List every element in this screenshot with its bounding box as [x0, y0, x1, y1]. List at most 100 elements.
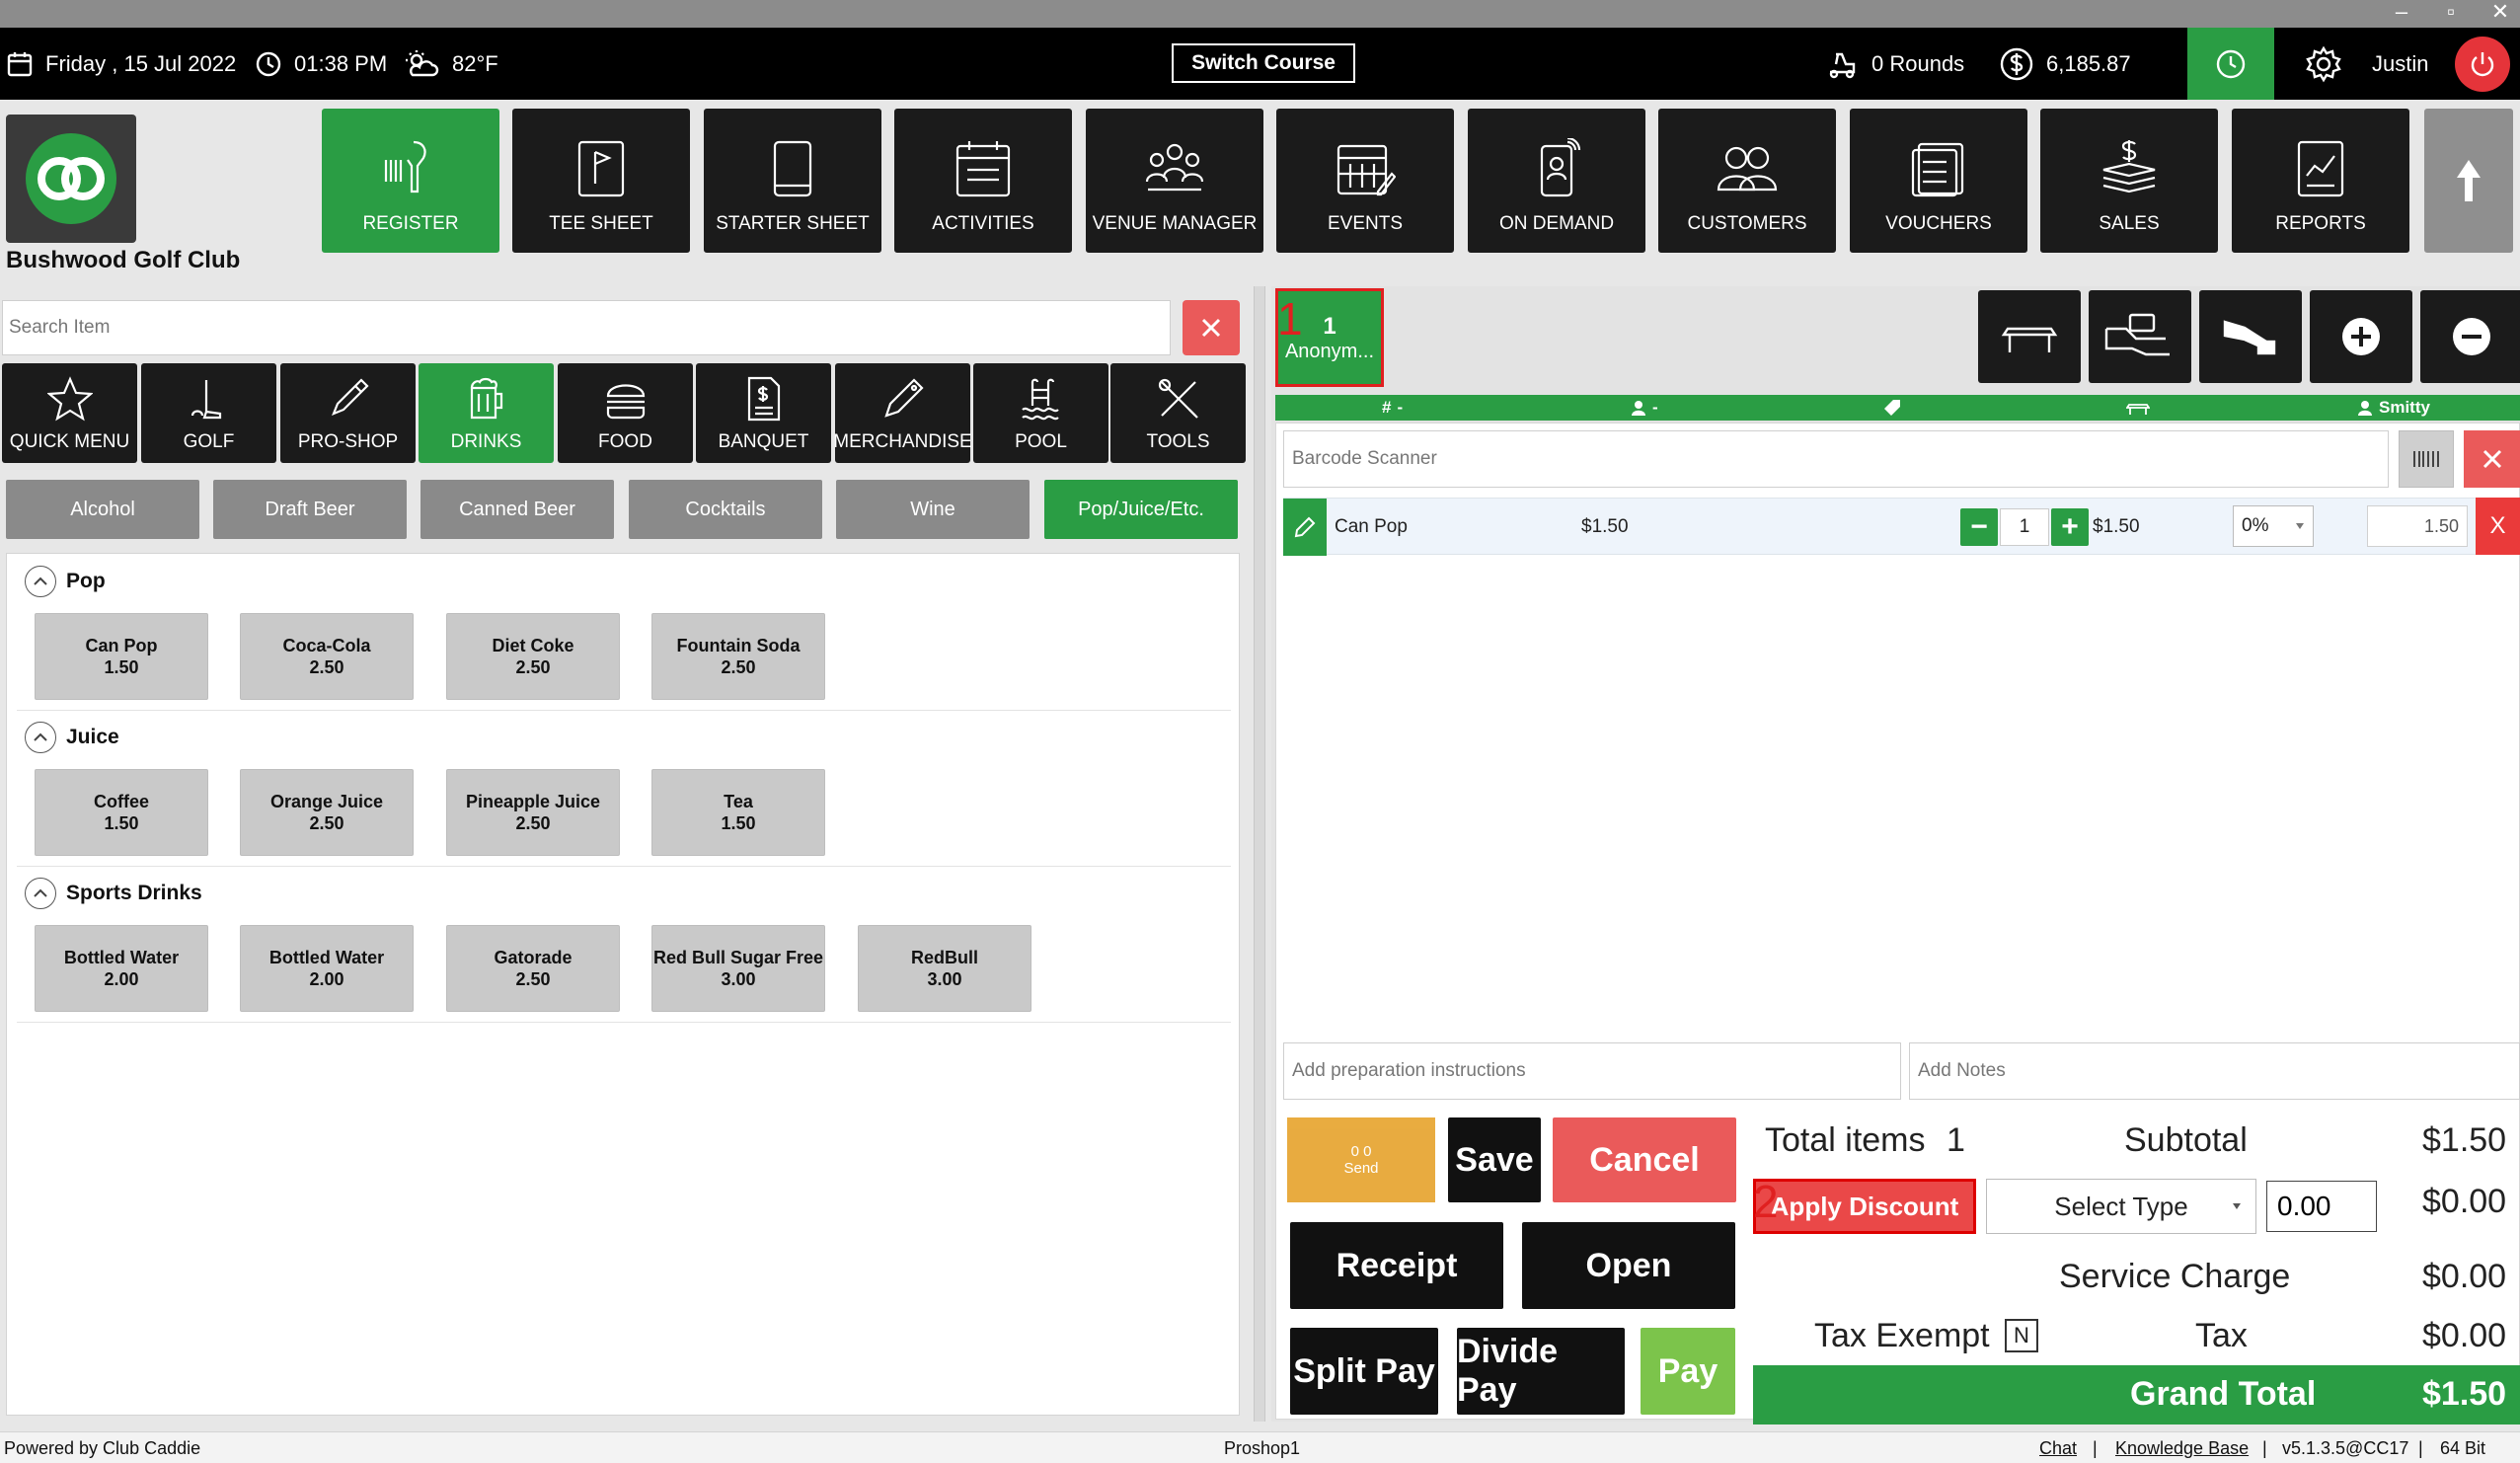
item-name: Red Bull Sugar Free — [652, 948, 824, 967]
nav-vouchers[interactable]: VOUCHERS — [1850, 109, 2027, 253]
remove-line-button[interactable]: X — [2476, 498, 2520, 555]
tax-exempt-toggle[interactable]: N — [2005, 1319, 2038, 1352]
hand-card-button[interactable] — [2089, 290, 2191, 383]
order-line-item[interactable]: Can Pop $1.50 − 1 + $1.50 — [1283, 498, 2520, 556]
split-pay-button[interactable]: Split Pay — [1290, 1328, 1438, 1415]
nav-sales[interactable]: SALES — [2040, 109, 2218, 253]
preparation-instructions-input[interactable] — [1283, 1042, 1901, 1100]
subtab-pop-juice[interactable]: Pop/Juice/Etc. — [1044, 480, 1238, 539]
item-can-pop[interactable]: Can Pop 1.50 — [35, 613, 208, 700]
item-coffee[interactable]: Coffee 1.50 — [35, 769, 208, 856]
add-customer-button[interactable] — [2310, 290, 2412, 383]
apply-discount-button[interactable]: Apply Discount — [1753, 1179, 1976, 1234]
category-food[interactable]: FOOD — [558, 363, 693, 463]
time-clock-button[interactable] — [2187, 28, 2274, 100]
item-price: 1.50 — [104, 813, 139, 833]
nav-activities[interactable]: ACTIVITIES — [894, 109, 1072, 253]
item-red-bull-sugar-free[interactable]: Red Bull Sugar Free 3.00 — [651, 925, 825, 1012]
window-minimize-button[interactable]: – — [2379, 0, 2424, 28]
guest-count: - — [1631, 395, 1658, 421]
item-tea[interactable]: Tea 1.50 — [651, 769, 825, 856]
nav-reports-label: REPORTS — [2275, 213, 2366, 234]
item-bottled-water[interactable]: Bottled Water 2.00 — [35, 925, 208, 1012]
nav-on-demand[interactable]: ON DEMAND — [1468, 109, 1645, 253]
category-pool[interactable]: POOL — [973, 363, 1108, 463]
discount-type-select[interactable]: Select Type — [1986, 1179, 2256, 1234]
nav-events[interactable]: EVENTS — [1276, 109, 1454, 253]
window-maximize-button[interactable]: ▫ — [2428, 0, 2474, 28]
scroll-up-button[interactable] — [2424, 109, 2513, 253]
item-diet-coke[interactable]: Diet Coke 2.50 — [446, 613, 620, 700]
category-merchandise[interactable]: MERCHANDISE — [833, 363, 972, 463]
table-seat-button[interactable] — [1978, 290, 2081, 383]
line-total-field[interactable]: 1.50 — [2367, 505, 2468, 547]
group-header-sports-drinks[interactable]: Sports Drinks — [25, 876, 202, 911]
pay-button[interactable]: Pay — [1641, 1328, 1735, 1415]
category-quick-menu[interactable]: QUICK MENU — [2, 363, 137, 463]
hash-icon: # — [1382, 398, 1392, 417]
category-pro-shop[interactable]: PRO-SHOP — [280, 363, 416, 463]
subtab-alcohol[interactable]: Alcohol — [6, 480, 199, 539]
discount-type-value: Select Type — [2054, 1191, 2188, 1221]
remove-customer-button[interactable] — [2420, 290, 2520, 383]
category-drinks[interactable]: DRINKS — [419, 363, 554, 463]
subtab-wine[interactable]: Wine — [836, 480, 1030, 539]
subtab-cocktails[interactable]: Cocktails — [629, 480, 822, 539]
discount-amount-input[interactable] — [2266, 1181, 2377, 1232]
knowledge-base-link[interactable]: Knowledge Base — [2115, 1438, 2249, 1459]
chat-link[interactable]: Chat — [2039, 1438, 2077, 1459]
nav-starter-sheet[interactable]: STARTER SHEET — [704, 109, 881, 253]
save-button[interactable]: Save — [1448, 1117, 1541, 1202]
barcode-clear-button[interactable] — [2464, 430, 2520, 488]
open-button[interactable]: Open — [1522, 1222, 1735, 1309]
item-name: RedBull — [910, 948, 978, 967]
group-header-juice[interactable]: Juice — [25, 720, 119, 755]
barcode-input[interactable] — [1283, 430, 2389, 488]
qty-value[interactable]: 1 — [2000, 508, 2049, 546]
user-name[interactable]: Justin — [2372, 28, 2428, 100]
qty-plus-button[interactable]: + — [2051, 508, 2089, 546]
search-input[interactable] — [2, 300, 1171, 355]
panel-splitter[interactable] — [1254, 286, 1265, 1422]
receipt-button[interactable]: Receipt — [1290, 1222, 1503, 1309]
subtab-draft-beer[interactable]: Draft Beer — [213, 480, 407, 539]
qty-minus-button[interactable]: − — [1960, 508, 1998, 546]
nav-venue-manager[interactable]: VENUE MANAGER — [1086, 109, 1263, 253]
close-icon — [2482, 449, 2501, 469]
edit-line-button[interactable] — [1283, 499, 1327, 556]
window-close-button[interactable]: ✕ — [2478, 0, 2520, 28]
settings-button[interactable] — [2304, 28, 2343, 100]
item-fountain-soda[interactable]: Fountain Soda 2.50 — [651, 613, 825, 700]
step-marker-1: 1 — [1277, 293, 1303, 345]
item-price: 3.00 — [927, 969, 962, 989]
category-banquet[interactable]: BANQUET — [696, 363, 831, 463]
category-tools[interactable]: TOOLS — [1110, 363, 1246, 463]
barcode-scan-button[interactable] — [2399, 430, 2454, 488]
voucher-icon — [1911, 142, 1964, 197]
send-button[interactable]: 0 0 Send — [1287, 1117, 1435, 1202]
cancel-button[interactable]: Cancel — [1553, 1117, 1736, 1202]
item-price: 3.00 — [721, 969, 756, 989]
subtab-canned-beer[interactable]: Canned Beer — [420, 480, 614, 539]
nav-tee-sheet[interactable]: TEE SHEET — [512, 109, 690, 253]
power-button[interactable] — [2455, 37, 2510, 92]
item-coca-cola[interactable]: Coca-Cola 2.50 — [240, 613, 414, 700]
search-clear-button[interactable] — [1183, 300, 1240, 355]
divide-pay-button[interactable]: Divide Pay — [1457, 1328, 1625, 1415]
group-header-pop[interactable]: Pop — [25, 564, 106, 599]
nav-customers[interactable]: CUSTOMERS — [1658, 109, 1836, 253]
item-price: 1.50 — [104, 657, 139, 677]
item-bottled-water-2[interactable]: Bottled Water 2.00 — [240, 925, 414, 1012]
notes-input[interactable] — [1909, 1042, 2520, 1100]
nav-reports[interactable]: REPORTS — [2232, 109, 2409, 253]
line-discount-select[interactable]: 0% — [2233, 505, 2314, 547]
transfer-button[interactable] — [2199, 290, 2302, 383]
item-pineapple-juice[interactable]: Pineapple Juice 2.50 — [446, 769, 620, 856]
nav-register[interactable]: REGISTER — [322, 109, 499, 253]
calendar-icon — [7, 51, 33, 76]
item-orange-juice[interactable]: Orange Juice 2.50 — [240, 769, 414, 856]
item-gatorade[interactable]: Gatorade 2.50 — [446, 925, 620, 1012]
item-redbull[interactable]: RedBull 3.00 — [858, 925, 1031, 1012]
switch-course-button[interactable]: Switch Course — [1172, 43, 1355, 83]
category-golf[interactable]: GOLF — [141, 363, 276, 463]
